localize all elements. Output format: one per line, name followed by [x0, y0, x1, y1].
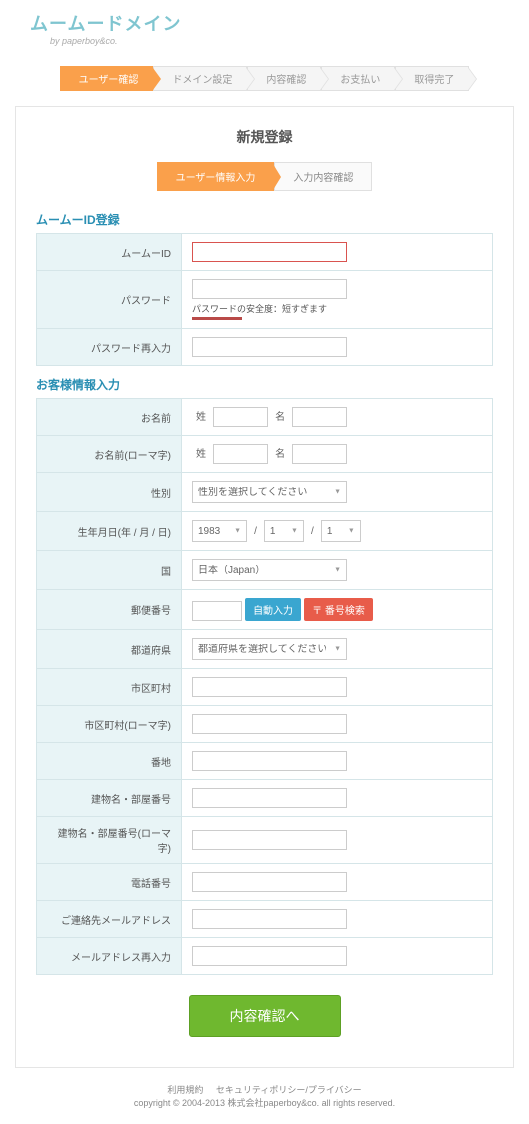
pref-select[interactable]: 都道府県を選択してください	[192, 638, 347, 660]
step-confirm-content: 内容確認	[247, 66, 321, 91]
step-complete: 取得完了	[395, 66, 469, 91]
progress-steps: ユーザー確認 ドメイン設定 内容確認 お支払い 取得完了	[0, 66, 529, 91]
footer-link-terms[interactable]: 利用規約	[167, 1085, 203, 1095]
main-form-box: 新規登録 ユーザー情報入力 入力内容確認 ムームーID登録 ムームーID パスワ…	[15, 106, 514, 1068]
label-sei-roma: 姓	[196, 449, 206, 460]
email2-input[interactable]	[192, 946, 347, 966]
label-bldg: 建物名・部屋番号	[37, 780, 182, 817]
city-input[interactable]	[192, 677, 347, 697]
label-country: 国	[37, 551, 182, 590]
label-birth: 生年月日(年 / 月 / 日)	[37, 512, 182, 551]
auto-fill-button[interactable]: 自動入力	[245, 598, 301, 621]
password-input[interactable]	[192, 279, 347, 299]
label-email: ご連絡先メールアドレス	[37, 901, 182, 938]
bldg-input[interactable]	[192, 788, 347, 808]
label-password2: パスワード再入力	[37, 329, 182, 366]
label-email2: メールアドレス再入力	[37, 938, 182, 975]
password-strength-msg: パスワードの安全度：短すぎます	[192, 302, 482, 315]
label-mei-roma: 名	[275, 449, 285, 460]
sub-step-confirm: 入力内容確認	[274, 162, 372, 191]
label-pref: 都道府県	[37, 630, 182, 669]
step-domain-settings: ドメイン設定	[153, 66, 247, 91]
label-sei: 姓	[196, 412, 206, 423]
password2-input[interactable]	[192, 337, 347, 357]
firstname-roma-input[interactable]	[292, 444, 347, 464]
label-tel: 電話番号	[37, 864, 182, 901]
section-customer-info-title: お客様情報入力	[36, 376, 493, 393]
id-register-table: ムームーID パスワード パスワードの安全度：短すぎます パスワード再入力	[36, 233, 493, 366]
lastname-input[interactable]	[213, 407, 268, 427]
step-user-confirm: ユーザー確認	[60, 66, 154, 91]
footer: 利用規約 セキュリティポリシー/プライバシー copyright © 2004-…	[0, 1083, 529, 1109]
muuid-input[interactable]	[192, 242, 347, 262]
sub-step-input: ユーザー情報入力	[157, 162, 275, 191]
gender-select[interactable]: 性別を選択してください	[192, 481, 347, 503]
label-name: お名前	[37, 399, 182, 436]
step-payment: お支払い	[321, 66, 395, 91]
bldg-roma-input[interactable]	[192, 830, 347, 850]
birth-day-select[interactable]: 1	[321, 520, 361, 542]
postal-search-button[interactable]: 〒 番号検索	[304, 598, 373, 621]
label-muuid: ムームーID	[37, 234, 182, 271]
sub-steps: ユーザー情報入力 入力内容確認	[36, 162, 493, 191]
city-roma-input[interactable]	[192, 714, 347, 734]
section-id-register-title: ムームーID登録	[36, 211, 493, 228]
postal-input[interactable]	[192, 601, 242, 621]
country-select[interactable]: 日本（Japan）	[192, 559, 347, 581]
birth-year-select[interactable]: 1983	[192, 520, 247, 542]
label-bldg-roma: 建物名・部屋番号(ローマ字)	[37, 817, 182, 864]
footer-link-privacy[interactable]: セキュリティポリシー/プライバシー	[216, 1085, 362, 1095]
header: ムームードメイン by paperboy&co.	[0, 0, 529, 51]
lastname-roma-input[interactable]	[213, 444, 268, 464]
page-title: 新規登録	[36, 127, 493, 147]
label-addr: 番地	[37, 743, 182, 780]
tel-input[interactable]	[192, 872, 347, 892]
customer-info-table: お名前 姓 名 お名前(ローマ字) 姓 名 性別	[36, 398, 493, 975]
footer-copyright: copyright © 2004-2013 株式会社paperboy&co. a…	[0, 1096, 529, 1109]
addr-input[interactable]	[192, 751, 347, 771]
label-city-roma: 市区町村(ローマ字)	[37, 706, 182, 743]
firstname-input[interactable]	[292, 407, 347, 427]
password-strength-bar	[192, 317, 242, 320]
label-password: パスワード	[37, 271, 182, 329]
label-name-roma: お名前(ローマ字)	[37, 436, 182, 473]
birth-month-select[interactable]: 1	[264, 520, 304, 542]
logo-byline: by paperboy&co.	[50, 36, 509, 46]
label-city: 市区町村	[37, 669, 182, 706]
label-mei: 名	[275, 412, 285, 423]
email-input[interactable]	[192, 909, 347, 929]
label-postal: 郵便番号	[37, 590, 182, 630]
logo: ムームードメイン	[30, 10, 509, 36]
submit-button[interactable]: 内容確認へ	[189, 995, 341, 1037]
label-gender: 性別	[37, 473, 182, 512]
